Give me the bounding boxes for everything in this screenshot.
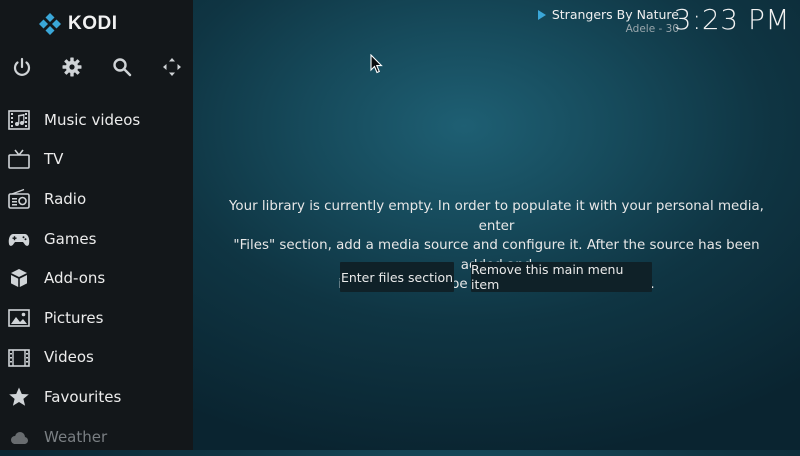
menu-item-music-videos[interactable]: Music videos xyxy=(0,100,193,140)
addons-box-icon xyxy=(8,267,30,289)
kodi-logo[interactable]: KODI xyxy=(38,12,118,36)
menu-item-pictures[interactable]: Pictures xyxy=(0,298,193,338)
radio-icon xyxy=(8,188,30,210)
clock: 3:23 PM xyxy=(673,3,790,36)
now-playing-artist-album: Adele - 30 xyxy=(625,23,679,35)
menu-item-label: Radio xyxy=(44,189,87,208)
fullscreen-icon[interactable] xyxy=(160,55,184,79)
film-icon xyxy=(8,347,30,369)
gamepad-icon xyxy=(8,228,30,250)
music-video-icon xyxy=(8,109,30,131)
menu-item-label: Add-ons xyxy=(44,269,106,288)
mouse-cursor-icon xyxy=(370,54,383,74)
menu-item-radio[interactable]: Radio xyxy=(0,179,193,219)
search-icon[interactable] xyxy=(110,55,134,79)
message-line: Your library is currently empty. In orde… xyxy=(229,199,764,234)
gear-icon[interactable] xyxy=(60,55,84,79)
menu-item-games[interactable]: Games xyxy=(0,219,193,259)
menu-item-videos[interactable]: Videos xyxy=(0,338,193,378)
menu-item-tv[interactable]: TV xyxy=(0,140,193,180)
now-playing-title-row: Strangers By Nature xyxy=(537,7,679,22)
pictures-icon xyxy=(8,307,30,329)
menu-item-label: TV xyxy=(44,150,64,169)
menu-item-label: Music videos xyxy=(44,110,141,129)
menu-item-label: Weather xyxy=(44,427,108,446)
weather-icon xyxy=(8,426,30,448)
app-name: KODI xyxy=(68,13,118,34)
menu-item-label: Games xyxy=(44,229,97,248)
remove-menu-item-button[interactable]: Remove this main menu item xyxy=(471,262,652,292)
star-icon xyxy=(8,386,30,408)
now-playing-title: Strangers By Nature xyxy=(551,7,679,22)
kodi-logo-icon xyxy=(39,13,61,35)
menu-item-label: Videos xyxy=(44,348,94,367)
enter-files-section-button[interactable]: Enter files section xyxy=(340,262,454,292)
now-playing-widget[interactable]: Strangers By Nature Adele - 30 xyxy=(537,7,679,35)
power-icon[interactable] xyxy=(10,55,34,79)
tv-icon xyxy=(8,149,30,171)
play-icon xyxy=(537,9,546,20)
menu-item-label: Favourites xyxy=(44,387,122,406)
main-menu: Music videos TV Radio Games Add-ons Pict… xyxy=(0,100,193,456)
menu-item-weather[interactable]: Weather xyxy=(0,417,193,456)
sidebar: KODI Music videos TV Radio Games Add-ons… xyxy=(0,0,193,450)
menu-item-favourites[interactable]: Favourites xyxy=(0,377,193,417)
menu-item-addons[interactable]: Add-ons xyxy=(0,258,193,298)
top-icon-bar xyxy=(0,55,193,81)
menu-item-label: Pictures xyxy=(44,308,104,327)
